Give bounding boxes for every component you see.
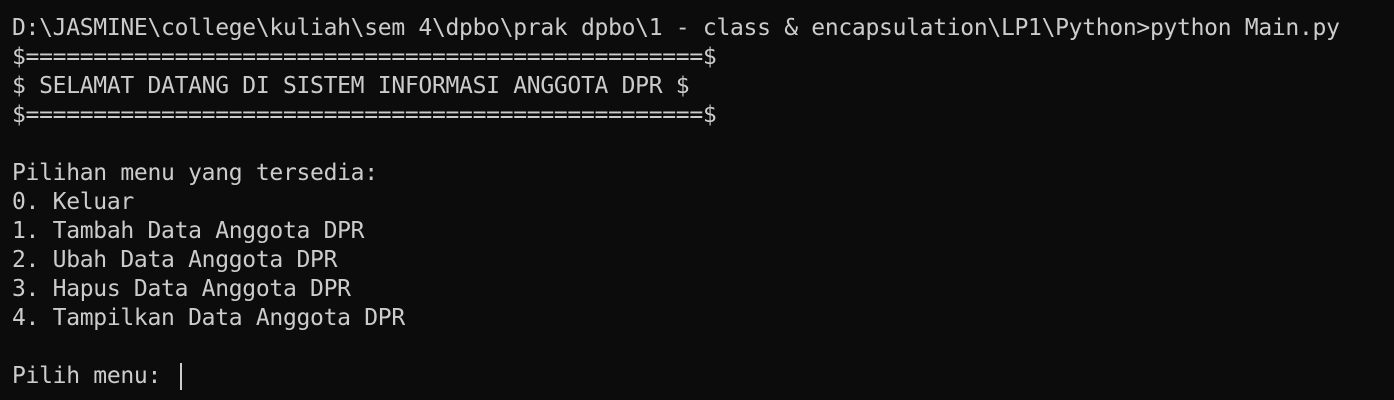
command-line: D:\JASMINE\college\kuliah\sem 4\dpbo\pra…	[12, 15, 1340, 41]
menu-item-keluar: 0. Keluar	[12, 189, 134, 215]
banner-title: $ SELAMAT DATANG DI SISTEM INFORMASI ANG…	[12, 73, 690, 99]
menu-heading: Pilihan menu yang tersedia:	[12, 160, 378, 186]
terminal-window[interactable]: D:\JASMINE\college\kuliah\sem 4\dpbo\pra…	[12, 14, 1394, 391]
menu-item-ubah: 2. Ubah Data Anggota DPR	[12, 247, 338, 273]
input-prompt-label: Pilih menu:	[12, 363, 175, 389]
banner-bottom-border: $=======================================…	[12, 102, 717, 128]
menu-item-hapus: 3. Hapus Data Anggota DPR	[12, 276, 351, 302]
banner-top-border: $=======================================…	[12, 44, 717, 70]
menu-item-tampilkan: 4. Tampilkan Data Anggota DPR	[12, 305, 405, 331]
text-cursor	[179, 363, 182, 390]
input-prompt-line[interactable]: Pilih menu:	[12, 362, 1394, 391]
menu-item-tambah: 1. Tambah Data Anggota DPR	[12, 218, 365, 244]
